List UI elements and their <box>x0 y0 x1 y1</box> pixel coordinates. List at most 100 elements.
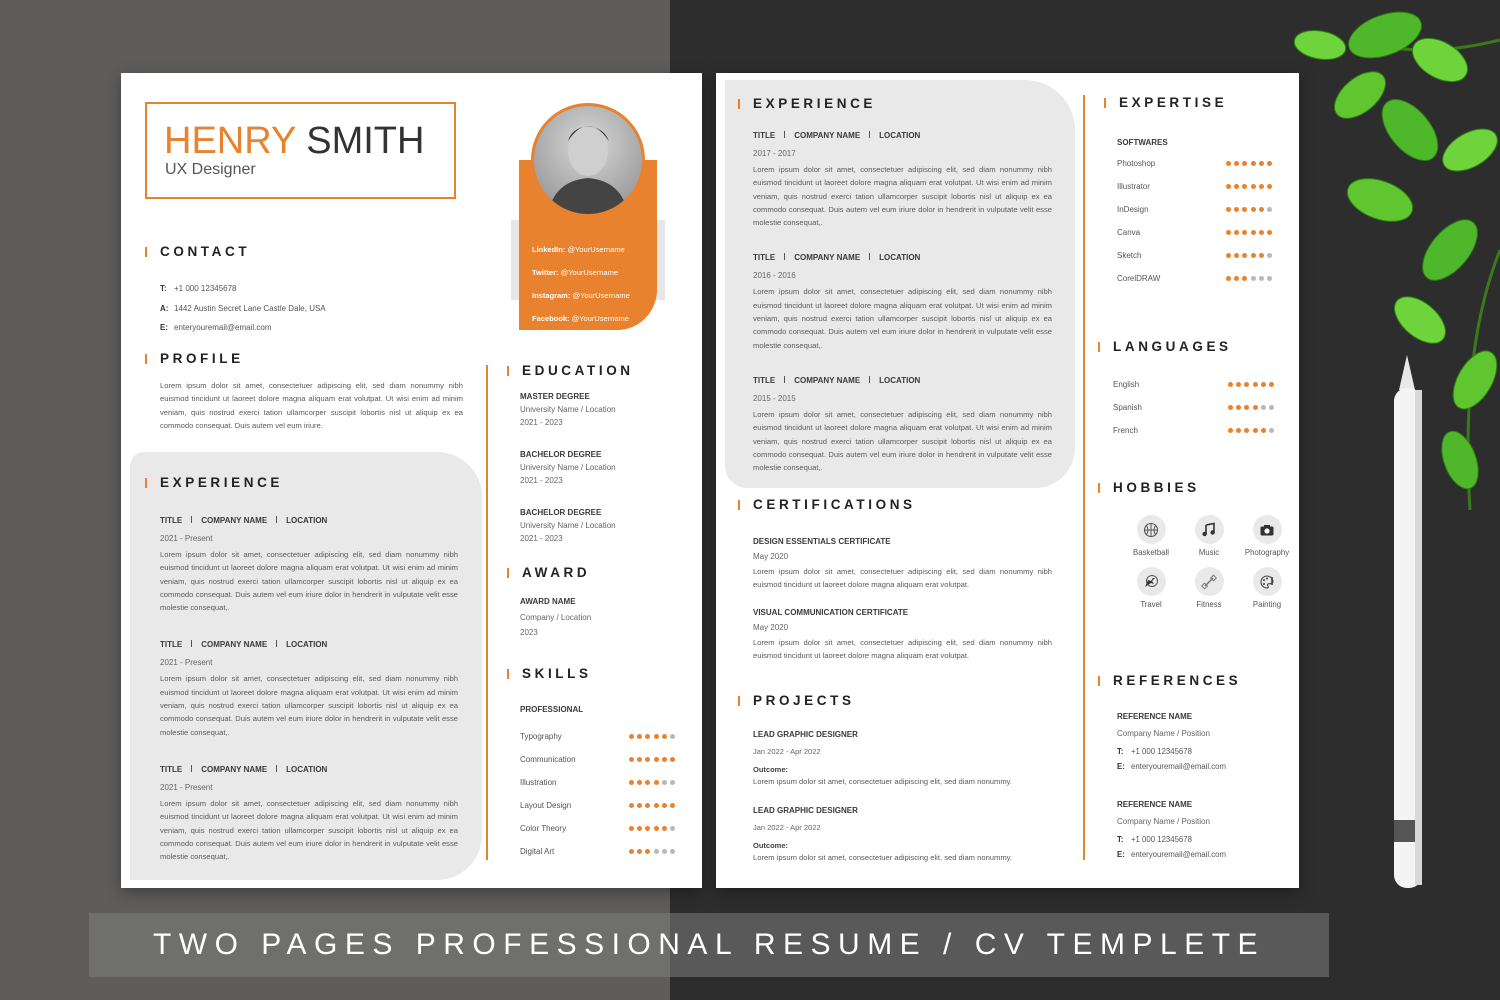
contact-value: enteryouremail@email.com <box>174 323 272 332</box>
separator <box>869 131 871 138</box>
rating-label: Illustrator <box>1117 182 1150 191</box>
hobby-item: Fitness <box>1180 567 1238 609</box>
entry-description: Lorem ipsum dolor sit amet, consectetuer… <box>753 165 1052 228</box>
entry-title: TITLE <box>160 764 183 774</box>
rating-dots <box>629 780 675 785</box>
hobbies-heading: HOBBIES <box>1098 480 1288 496</box>
social-links: LinkedIn: @YourUsername Twitter: @YourUse… <box>532 238 662 330</box>
rating-dots <box>1226 207 1272 212</box>
email-key: E: <box>1117 850 1125 859</box>
rating-row: French <box>1113 419 1274 442</box>
company-name: COMPANY NAME <box>201 764 268 774</box>
rating-dot <box>670 849 675 854</box>
school: University Name / Location <box>520 463 616 472</box>
rating-dot <box>645 757 651 762</box>
entry-date: 2015 - 2015 <box>753 393 796 403</box>
rating-dot <box>653 757 659 762</box>
first-name: HENRY <box>164 120 296 162</box>
rating-dots <box>629 849 675 854</box>
rating-dot <box>645 734 651 739</box>
rating-dot <box>637 757 643 762</box>
rating-dot <box>1269 405 1274 410</box>
rating-dots <box>1228 382 1274 387</box>
rating-dot <box>1234 184 1240 189</box>
travel-icon <box>1136 567 1166 596</box>
banner-title: TWO PAGES PROFESSIONAL RESUME / CV TEMPL… <box>152 928 1266 961</box>
location: LOCATION <box>286 516 328 525</box>
rating-label: Canva <box>1117 228 1141 237</box>
full-name: HENRY SMITH <box>164 121 424 161</box>
profile-photo <box>531 103 645 217</box>
rating-dot <box>1242 230 1248 235</box>
rating-dot <box>1269 382 1274 387</box>
rating-dot <box>1267 276 1272 281</box>
separator <box>784 375 786 383</box>
rating-dot <box>1260 405 1266 410</box>
resume-page-1: HENRY SMITH UX Designer LinkedIn: @YourU… <box>121 73 702 888</box>
rating-label: French <box>1113 426 1138 435</box>
rating-dot <box>1252 382 1258 387</box>
hobby-item: Travel <box>1122 567 1180 609</box>
rating-row: Layout Design <box>520 794 675 817</box>
rating-dot <box>1242 253 1248 258</box>
rating-dot <box>1252 428 1258 433</box>
contact-key: E: <box>160 323 168 332</box>
rating-label: InDesign <box>1117 205 1149 214</box>
hobbies-section: HOBBIES Basketball Music Photography Travel F… <box>1098 480 1290 609</box>
hobby-item: Painting <box>1238 567 1296 609</box>
location: LOCATION <box>286 640 328 650</box>
rating-dot <box>1236 382 1242 387</box>
rating-dot <box>653 826 659 831</box>
social-handle: @YourUsername <box>560 268 618 277</box>
rating-dot <box>1234 276 1240 281</box>
rating-label: Communication <box>520 755 576 764</box>
outcome-label: Outcome: <box>753 765 789 774</box>
profile-text: Lorem ipsum dolor sit amet, consectetuer… <box>160 381 463 430</box>
company-name: COMPANY NAME <box>794 375 861 385</box>
rating-label: Illustration <box>520 778 557 787</box>
profile-section: PROFILE Lorem ipsum dolor sit amet, conse… <box>145 351 463 432</box>
entry-description: Lorem ipsum dolor sit amet, consectetuer… <box>160 550 458 613</box>
entry-date: 2021 - Present <box>160 534 213 543</box>
skills-list: Typography Communication Illustration Layou… <box>507 725 675 863</box>
award-name: AWARD NAME <box>520 597 576 606</box>
hobby-label: Photography <box>1244 548 1290 557</box>
entry-title: TITLE <box>753 131 776 140</box>
certifications-heading: CERTIFICATIONS <box>738 497 1052 513</box>
social-link[interactable]: LinkedIn: @YourUsername <box>532 238 662 261</box>
social-link[interactable]: Instagram: @YourUsername <box>532 284 662 307</box>
social-link[interactable]: Facebook: @YourUsername <box>532 307 662 330</box>
rating-dot <box>1244 428 1250 433</box>
entry-date: 2016 - 2016 <box>753 271 796 281</box>
rating-dot <box>1236 405 1242 410</box>
pencil-decoration <box>1394 355 1422 888</box>
social-label: Twitter: <box>532 268 559 277</box>
hobbies-grid: Basketball Music Photography Travel Fitness P… <box>1122 515 1290 609</box>
experience-list: TITLE COMPANY NAME LOCATION 2017 - 2017 Lore… <box>738 130 1052 474</box>
rating-row: Illustration <box>520 771 675 794</box>
separator <box>191 764 193 772</box>
social-label: Instagram: <box>532 291 571 300</box>
rating-dot <box>1226 276 1232 281</box>
rating-row: Communication <box>520 748 675 771</box>
reference-name: REFERENCE NAME <box>1117 800 1193 809</box>
certification-entry: VISUAL COMMUNICATION CERTIFICATE May 2020… <box>738 607 1052 663</box>
rating-dot <box>645 803 651 808</box>
rating-dot <box>1250 207 1256 212</box>
experience-entry: TITLE COMPANY NAME LOCATION 2021 - Present L… <box>160 764 458 863</box>
rating-dot <box>1234 207 1240 212</box>
social-label: Facebook: <box>532 314 570 323</box>
hobby-label: Fitness <box>1196 600 1222 609</box>
rating-dot <box>637 734 643 739</box>
rating-dot <box>670 780 675 785</box>
rating-dot <box>1228 382 1234 387</box>
rating-dot <box>629 780 635 785</box>
degree: BACHELOR DEGREE <box>520 450 602 459</box>
social-link[interactable]: Twitter: @YourUsername <box>532 261 662 284</box>
separator <box>276 764 278 772</box>
rating-label: CorelDRAW <box>1117 274 1161 283</box>
rating-dot <box>1250 161 1256 166</box>
rating-dot <box>1258 230 1264 235</box>
entry-title: TITLE <box>753 375 776 385</box>
language-list: English Spanish French <box>1098 355 1274 442</box>
